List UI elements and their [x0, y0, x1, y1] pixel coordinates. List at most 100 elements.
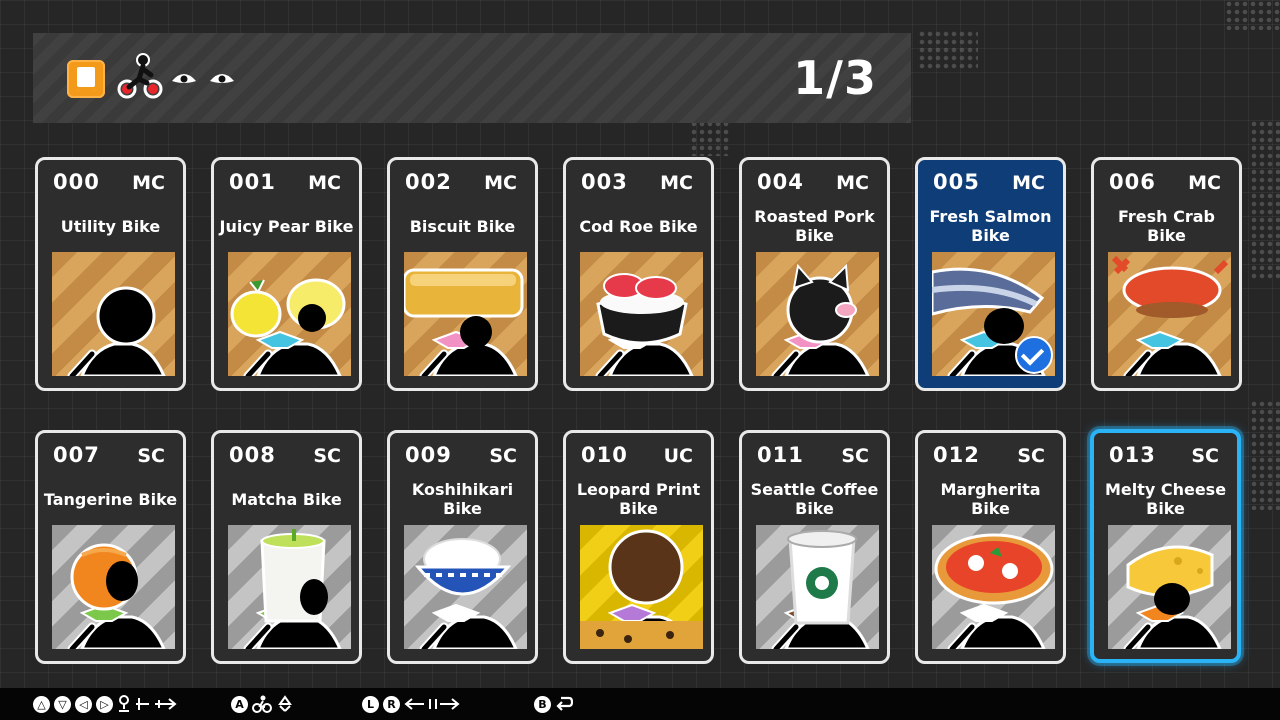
- dpad-up-button-icon: △: [33, 695, 50, 713]
- card-title: Roasted Pork Bike: [754, 207, 875, 245]
- page-switch-guide: L R: [362, 694, 460, 714]
- card-rank: SC: [841, 445, 869, 467]
- card-number: 012: [933, 443, 980, 467]
- leopard-costume-image: [580, 525, 703, 649]
- card-title: Utility Bike: [60, 216, 161, 236]
- card-title: Fresh Crab Bike: [1117, 207, 1215, 245]
- background-dots: [1250, 120, 1280, 280]
- bike-card-001[interactable]: 001 MC Juicy Pear Bike: [211, 157, 362, 391]
- bike-card-009[interactable]: 009 SC Koshihikari Bike: [387, 430, 538, 664]
- tangerine-costume-image: [52, 525, 175, 649]
- book-icon: [67, 60, 105, 98]
- bike-card-003[interactable]: 003 MC Cod Roe Bike: [563, 157, 714, 391]
- stick-icon: [119, 695, 129, 712]
- card-number: 008: [229, 443, 276, 467]
- card-rank: MC: [484, 172, 517, 194]
- confirm-guide: A: [231, 694, 294, 714]
- dpad-left-button-icon: ◁: [75, 695, 92, 713]
- switch-page-icon: [404, 698, 460, 710]
- bike-card-010[interactable]: 010 UC Leopard Print Bike: [563, 430, 714, 664]
- eye-icon: [172, 74, 196, 83]
- header-bar: 1/3: [33, 33, 911, 123]
- eye-icon: [210, 74, 234, 83]
- page-counter: 1/3: [793, 51, 877, 105]
- card-title: Biscuit Bike: [409, 216, 516, 236]
- pizza-costume-image: [932, 525, 1055, 649]
- back-guide: B: [534, 694, 573, 714]
- card-number: 009: [405, 443, 452, 467]
- coffee-costume-image: [756, 525, 879, 649]
- background-dots: [690, 120, 730, 156]
- equipped-check-icon: [1015, 336, 1053, 374]
- l-button-icon: L: [362, 695, 379, 713]
- swap-icon: [278, 695, 292, 712]
- card-title: Margherita Bike: [940, 480, 1041, 518]
- background-dots: [1250, 400, 1280, 510]
- silhouette-costume-image: [52, 252, 175, 376]
- matcha-costume-image: [228, 525, 351, 649]
- dpad-down-button-icon: ▽: [54, 695, 71, 713]
- card-rank: SC: [137, 445, 165, 467]
- card-number: 006: [1109, 170, 1156, 194]
- card-number: 011: [757, 443, 804, 467]
- bike-rider-icon: [252, 695, 272, 713]
- card-number: 007: [53, 443, 100, 467]
- bike-card-005[interactable]: 005 MC Fresh Salmon Bike: [915, 157, 1066, 391]
- cheese-costume-image: [1108, 525, 1231, 649]
- card-title: Melty Cheese Bike: [1104, 480, 1227, 518]
- card-number: 003: [581, 170, 628, 194]
- card-rank: MC: [1012, 172, 1045, 194]
- r-button-icon: R: [383, 695, 400, 713]
- card-title: Matcha Bike: [231, 489, 342, 509]
- back-arrow-icon: [556, 696, 573, 711]
- card-rank: MC: [836, 172, 869, 194]
- codroe-costume-image: [580, 252, 703, 376]
- card-number: 002: [405, 170, 452, 194]
- navigate-guide: △ ▽ ◁ ▷: [33, 694, 177, 714]
- card-rank: SC: [489, 445, 517, 467]
- bike-card-007[interactable]: 007 SC Tangerine Bike: [35, 430, 186, 664]
- card-rank: UC: [663, 445, 693, 467]
- bike-card-004[interactable]: 004 MC Roasted Pork Bike: [739, 157, 890, 391]
- card-title: Koshihikari Bike: [411, 480, 514, 518]
- card-title: Seattle Coffee Bike: [750, 480, 879, 518]
- bike-card-000[interactable]: 000 MC Utility Bike: [35, 157, 186, 391]
- card-number: 013: [1109, 443, 1156, 467]
- card-rank: SC: [1191, 445, 1219, 467]
- bike-card-002[interactable]: 002 MC Biscuit Bike: [387, 157, 538, 391]
- card-rank: MC: [1188, 172, 1221, 194]
- button-guide-bar: △ ▽ ◁ ▷ A L R B: [0, 688, 1280, 720]
- a-button-icon: A: [231, 695, 248, 713]
- card-number: 010: [581, 443, 628, 467]
- background-dots: [918, 30, 978, 70]
- card-number: 001: [229, 170, 276, 194]
- card-rank: MC: [308, 172, 341, 194]
- move-cursor-icon: [136, 698, 177, 710]
- card-rank: MC: [660, 172, 693, 194]
- pear-costume-image: [228, 252, 351, 376]
- bike-card-012[interactable]: 012 SC Margherita Bike: [915, 430, 1066, 664]
- biscuit-costume-image: [404, 252, 527, 376]
- card-title: Juicy Pear Bike: [219, 216, 354, 236]
- card-title: Cod Roe Bike: [579, 216, 698, 236]
- card-title: Leopard Print Bike: [576, 480, 701, 518]
- bike-card-006[interactable]: 006 MC Fresh Crab Bike: [1091, 157, 1242, 391]
- bike-rider-icon: [117, 53, 163, 99]
- card-number: 000: [53, 170, 100, 194]
- card-rank: SC: [313, 445, 341, 467]
- b-button-icon: B: [534, 695, 551, 713]
- card-title: Tangerine Bike: [43, 489, 178, 509]
- bike-card-008[interactable]: 008 SC Matcha Bike: [211, 430, 362, 664]
- card-rank: MC: [132, 172, 165, 194]
- dpad-right-button-icon: ▷: [96, 695, 113, 713]
- pig-costume-image: [756, 252, 879, 376]
- bike-card-013[interactable]: 013 SC Melty Cheese Bike: [1090, 429, 1241, 663]
- card-number: 005: [933, 170, 980, 194]
- card-number: 004: [757, 170, 804, 194]
- bike-card-011[interactable]: 011 SC Seattle Coffee Bike: [739, 430, 890, 664]
- background-dots: [1225, 0, 1280, 30]
- rice-costume-image: [404, 525, 527, 649]
- crab-costume-image: [1108, 252, 1231, 376]
- card-title: Fresh Salmon Bike: [929, 207, 1052, 245]
- card-rank: SC: [1017, 445, 1045, 467]
